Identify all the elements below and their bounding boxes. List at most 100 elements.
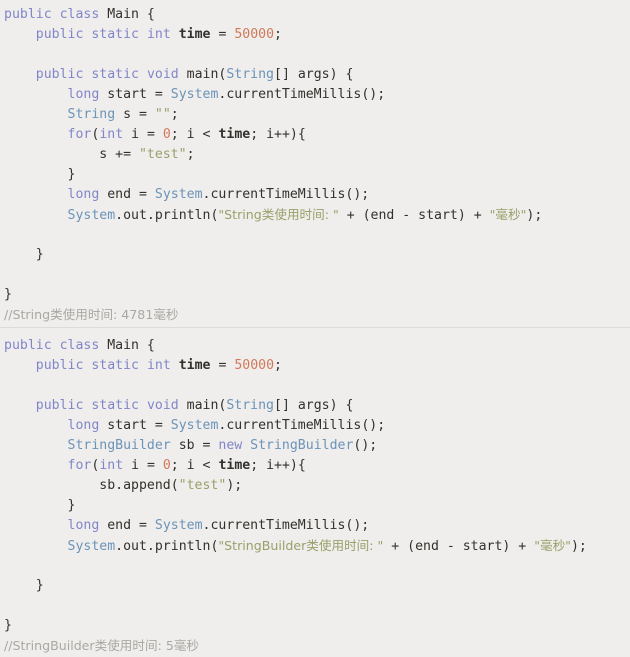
code-token-pln: } xyxy=(4,498,76,513)
code-token-pln xyxy=(4,107,68,122)
code-token-kw: public xyxy=(4,7,52,22)
code-token-pln: ; xyxy=(274,358,282,373)
code-line: public static int time = 50000; xyxy=(4,25,630,45)
code-line: public static void main(String[] args) { xyxy=(4,396,630,416)
code-token-fld: time xyxy=(218,127,251,142)
code-token-pln: ); xyxy=(226,478,243,493)
code-token-str: "String类使用时间: " xyxy=(218,207,339,222)
code-token-pln: = xyxy=(210,27,235,42)
code-token-kw: long xyxy=(67,418,100,433)
code-token-pln: [] args) { xyxy=(274,398,354,413)
code-token-pln: start = xyxy=(99,418,171,433)
code-token-pln: sb.append( xyxy=(4,478,179,493)
code-line: } xyxy=(4,576,630,596)
code-line: long start = System.currentTimeMillis(); xyxy=(4,85,630,105)
code-block-stringbuilder[interactable]: public class Main { public static int ti… xyxy=(0,328,630,656)
code-token-pln xyxy=(52,7,60,22)
code-token-kw: static xyxy=(91,27,139,42)
code-token-kw: long xyxy=(67,187,100,202)
code-token-pln: ; xyxy=(170,107,179,122)
code-token-pln xyxy=(4,67,36,82)
code-token-pln xyxy=(4,398,36,413)
code-line: } xyxy=(4,616,630,636)
code-token-pln: end = xyxy=(99,187,155,202)
code-token-fld: time xyxy=(218,458,251,473)
code-line: public class Main { xyxy=(4,336,630,356)
code-token-typ: String xyxy=(67,107,116,122)
code-token-kw: int xyxy=(99,458,124,473)
code-line: long end = System.currentTimeMillis(); xyxy=(4,516,630,536)
code-token-pln: end = xyxy=(99,518,155,533)
code-token-pln: } xyxy=(4,287,12,302)
code-token-fld: time xyxy=(178,358,211,373)
code-token-pln xyxy=(4,208,68,223)
code-token-typ: String xyxy=(226,67,274,82)
code-token-pln: ; i < xyxy=(170,127,219,142)
code-token-kw: static xyxy=(91,358,139,373)
code-token-pln: = xyxy=(210,358,235,373)
code-line: sb.append("test"); xyxy=(4,476,630,496)
code-token-pln: main( xyxy=(178,67,227,82)
code-token-kw: public xyxy=(35,67,84,82)
code-block-string-concat[interactable]: public class Main { public static int ti… xyxy=(0,0,630,325)
code-line: long start = System.currentTimeMillis(); xyxy=(4,416,630,436)
code-token-str: "test" xyxy=(178,478,227,493)
code-line: for(int i = 0; i < time; i++){ xyxy=(4,125,630,145)
code-token-pln: ; xyxy=(186,147,195,162)
code-token-pln: ); xyxy=(570,539,587,554)
code-token-typ: System xyxy=(154,518,203,533)
code-line: } xyxy=(4,245,630,265)
code-token-pln: } xyxy=(4,167,76,182)
code-token-kw: public xyxy=(35,27,84,42)
code-token-kw: public xyxy=(35,398,84,413)
code-token-pln: ; i < xyxy=(170,458,219,473)
code-token-pln: s += xyxy=(4,147,139,162)
code-token-pln: sb = xyxy=(170,438,219,453)
code-token-pln: .currentTimeMillis(); xyxy=(202,518,370,533)
code-token-fld: time xyxy=(178,27,211,42)
code-token-pln: Main { xyxy=(99,338,155,353)
code-token-pln xyxy=(242,438,250,453)
code-token-typ: System xyxy=(67,539,116,554)
code-token-kw: new xyxy=(218,438,243,453)
code-token-pln xyxy=(139,398,147,413)
code-token-kw: void xyxy=(146,398,179,413)
code-token-pln xyxy=(171,358,179,373)
code-line: //StringBuilder类使用时间: 5毫秒 xyxy=(4,636,630,656)
code-token-pln: ; i++){ xyxy=(250,127,306,142)
code-token-num: 50000 xyxy=(234,358,275,373)
code-line: public class Main { xyxy=(4,5,630,25)
code-token-str: "" xyxy=(154,107,171,122)
code-token-pln: ); xyxy=(526,208,543,223)
code-line: String s = ""; xyxy=(4,105,630,125)
code-token-cmt: //StringBuilder类使用时间: 5毫秒 xyxy=(4,638,200,653)
code-token-typ: StringBuilder xyxy=(250,438,354,453)
code-token-pln: [] args) { xyxy=(274,67,354,82)
code-token-pln xyxy=(4,358,36,373)
code-token-kw: for xyxy=(67,458,92,473)
code-line: public static int time = 50000; xyxy=(4,356,630,376)
code-line: public static void main(String[] args) { xyxy=(4,65,630,85)
code-token-typ: System xyxy=(154,187,203,202)
code-token-kw: void xyxy=(146,67,179,82)
code-token-pln: + (end - start) + xyxy=(338,208,490,223)
code-line: s += "test"; xyxy=(4,145,630,165)
code-line: System.out.println("String类使用时间: " + (en… xyxy=(4,205,630,225)
code-token-typ: StringBuilder xyxy=(67,438,171,453)
code-token-kw: int xyxy=(146,358,171,373)
code-token-kw: static xyxy=(91,67,139,82)
code-token-pln: main( xyxy=(178,398,227,413)
code-token-pln xyxy=(139,358,147,373)
code-token-pln xyxy=(139,67,147,82)
code-token-pln: .currentTimeMillis(); xyxy=(202,187,370,202)
code-token-pln: } xyxy=(4,618,12,633)
code-token-pln: .out.println( xyxy=(115,539,219,554)
code-token-pln xyxy=(4,127,68,142)
code-token-pln xyxy=(4,187,68,202)
code-token-kw: long xyxy=(67,518,100,533)
code-line: } xyxy=(4,165,630,185)
